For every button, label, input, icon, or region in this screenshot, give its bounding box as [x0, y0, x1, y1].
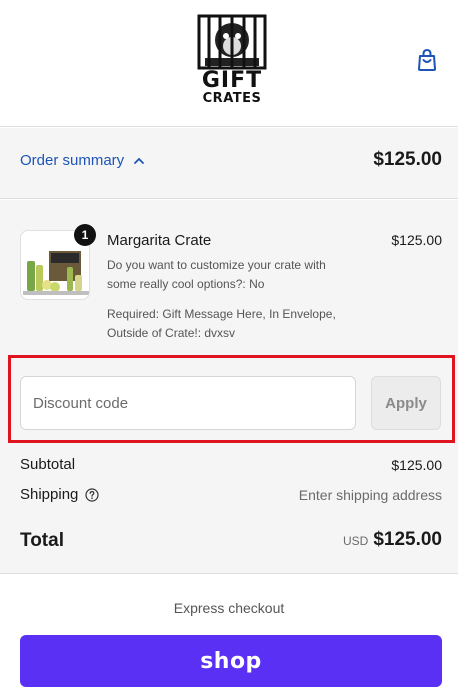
- subtotal-label: Subtotal: [20, 456, 76, 473]
- subtotal-value: $125.00: [391, 457, 442, 473]
- order-summary-bar: Order summary $125.00: [0, 128, 458, 199]
- cart-button[interactable]: [416, 48, 438, 72]
- help-circle-icon[interactable]: [85, 487, 99, 502]
- express-checkout-label: Express checkout: [173, 600, 285, 616]
- chevron-up-icon: [134, 157, 145, 164]
- logo-text-crates: CRATES: [202, 91, 262, 106]
- order-summary-panel: 1 Margarita Crate $125.00 Do you want to…: [0, 200, 458, 574]
- quantity-badge: 1: [74, 224, 96, 246]
- logo-text-gift: GIFT: [201, 68, 263, 93]
- total-value-group: USD $125.00: [343, 529, 442, 551]
- store-header: GIFT CRATES: [0, 0, 458, 127]
- discount-code-input[interactable]: [20, 376, 356, 430]
- gorilla-cage-logo-icon: [197, 14, 267, 70]
- product-option-gift-message: Required: Gift Message Here, In Envelope…: [107, 307, 336, 340]
- order-summary-toggle[interactable]: Order summary: [20, 152, 145, 169]
- gift-crates-logo[interactable]: GIFT CRATES: [197, 14, 267, 108]
- product-price: $125.00: [391, 232, 442, 248]
- shopping-bag-icon: [418, 48, 436, 71]
- shipping-label: Shipping: [20, 486, 79, 503]
- product-name: Margarita Crate: [107, 232, 212, 249]
- order-summary-label: Order summary: [20, 152, 125, 169]
- shipping-value: Enter shipping address: [298, 487, 442, 503]
- shipping-label-row: Shipping: [20, 486, 99, 503]
- total-label: Total: [20, 530, 64, 551]
- order-summary-total: $125.00: [373, 149, 442, 170]
- currency-code: USD: [342, 534, 369, 548]
- shop-pay-button[interactable]: shop: [20, 635, 442, 687]
- total-amount: $125.00: [373, 529, 442, 550]
- product-option-customize: Do you want to customize your crate with…: [107, 258, 326, 291]
- apply-discount-button[interactable]: Apply: [371, 376, 441, 430]
